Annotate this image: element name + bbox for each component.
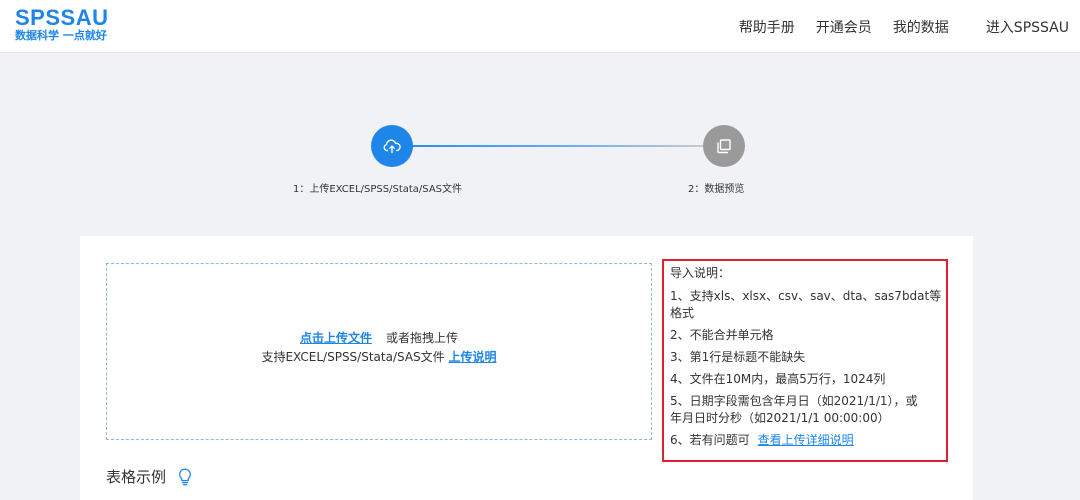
table-example-label: 表格示例 [106, 468, 167, 486]
drag-upload-text: 或者拖拽上传 [386, 331, 459, 345]
logo[interactable]: SPSSAU 数据科学 一点就好 [15, 6, 108, 43]
supported-formats-text: 支持EXCEL/SPSS/Stata/SAS文件 [261, 350, 445, 364]
step-1-indicator [371, 125, 413, 167]
import-notes-panel: 导入说明： 1、支持xls、xlsx、csv、sav、dta、sas7bdat等… [662, 259, 948, 462]
note-item-4: 4、文件在10M内，最高5万行，1024列 [670, 372, 886, 386]
step-2-indicator [703, 125, 745, 167]
top-nav: 帮助手册 开通会员 我的数据 进入SPSSAU [739, 17, 1080, 37]
step-2-label: 2：数据预览 [688, 184, 745, 195]
step-connector [412, 145, 703, 147]
upload-dropzone[interactable]: 点击上传文件 或者拖拽上传 支持EXCEL/SPSS/Stata/SAS文件 上传… [106, 263, 652, 440]
upload-support: 支持EXCEL/SPSS/Stata/SAS文件 上传说明 [107, 348, 651, 365]
nav-enter-spssau[interactable]: 进入SPSSAU [986, 17, 1069, 37]
table-example-heading: 表格示例 [106, 466, 192, 487]
upload-prompt: 点击上传文件 或者拖拽上传 [107, 329, 651, 346]
nav-help-manual[interactable]: 帮助手册 [739, 17, 795, 37]
upload-explain-link[interactable]: 上传说明 [449, 350, 497, 364]
cloud-upload-icon [383, 139, 401, 154]
note-item-5-line-1: 5、日期字段需包含年月日（如2021/1/1），或 [670, 394, 918, 408]
lightbulb-icon[interactable] [178, 468, 192, 486]
logo-text: SPSSAU [15, 5, 109, 30]
note-item-3: 3、第1行是标题不能缺失 [670, 350, 806, 364]
upload-steps: 1：上传EXCEL/SPSS/Stata/SAS文件 2：数据预览 [0, 120, 1080, 200]
detail-upload-guide-link[interactable]: 查看上传详细说明 [758, 433, 854, 447]
note-item-5-line-2: 年月日时分秒（如2021/1/1 00:00:00） [670, 411, 890, 425]
notes-title: 导入说明： [670, 266, 731, 280]
step-1-label: 1：上传EXCEL/SPSS/Stata/SAS文件 [293, 184, 463, 195]
note-item-1: 1、支持xls、xlsx、csv、sav、dta、sas7bdat等格式 [670, 289, 942, 320]
copy-icon [717, 139, 731, 154]
note-item-6-text: 6、若有问题可 [670, 433, 750, 447]
upload-card: 点击上传文件 或者拖拽上传 支持EXCEL/SPSS/Stata/SAS文件 上传… [80, 236, 973, 500]
logo-slogan: 数据科学 一点就好 [15, 29, 107, 42]
top-header: SPSSAU 数据科学 一点就好 帮助手册 开通会员 我的数据 进入SPSSAU [0, 0, 1080, 53]
note-item-6: 6、若有问题可 查看上传详细说明 [670, 432, 942, 449]
nav-my-data[interactable]: 我的数据 [893, 17, 949, 37]
click-upload-link[interactable]: 点击上传文件 [300, 331, 372, 345]
note-item-2: 2、不能合并单元格 [670, 328, 774, 342]
nav-membership[interactable]: 开通会员 [816, 17, 872, 37]
